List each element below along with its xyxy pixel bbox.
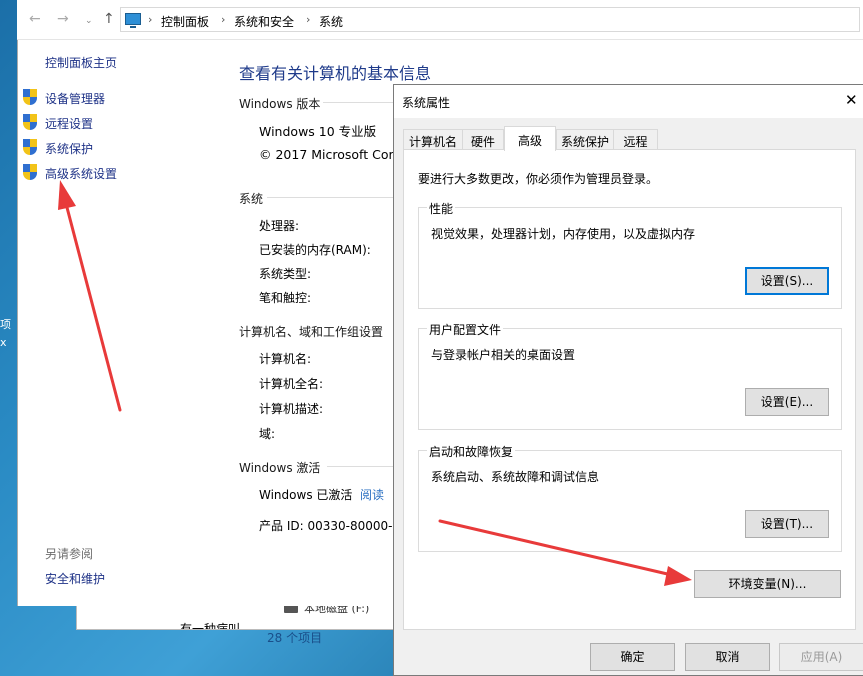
system-protection-link[interactable]: 系统保护: [45, 140, 93, 157]
desktop-text-1: 项: [0, 318, 11, 331]
product-id: 产品 ID: 00330-80000-0: [259, 519, 401, 533]
tab-computer-name[interactable]: 计算机名: [403, 129, 463, 150]
full-computer-name-label: 计算机全名:: [259, 377, 324, 391]
explorer-clipped-text: 有一种病叫: [180, 622, 241, 629]
breadcrumb-separator-icon[interactable]: ›: [306, 13, 310, 26]
breadcrumb-separator-icon[interactable]: ›: [148, 13, 152, 26]
shield-icon: [23, 89, 37, 105]
pen-touch-label: 笔和触控:: [259, 291, 312, 305]
back-arrow-icon[interactable]: ←: [29, 11, 41, 27]
activation-status-text: Windows 已激活: [259, 488, 353, 502]
user-profiles-desc: 与登录帐户相关的桌面设置: [431, 348, 576, 362]
recent-dropdown-icon[interactable]: ⌄: [85, 16, 93, 26]
environment-variables-button[interactable]: 环境变量(N)...: [694, 570, 841, 598]
breadcrumb-separator-icon[interactable]: ›: [221, 13, 225, 26]
system-heading: 系统: [239, 192, 264, 206]
section-divider: [267, 197, 393, 198]
system-type-label: 系统类型:: [259, 267, 312, 281]
forward-arrow-icon[interactable]: →: [57, 11, 69, 27]
dialog-titlebar: 系统属性 ✕: [394, 85, 863, 118]
section-divider: [323, 102, 393, 103]
user-profiles-settings-button[interactable]: 设置(E)...: [745, 388, 829, 416]
windows-edition-heading: Windows 版本: [239, 97, 321, 111]
tab-hardware[interactable]: 硬件: [462, 129, 504, 150]
desktop-icon-label-fragment: 项 x: [0, 316, 11, 352]
computer-name-heading: 计算机名、域和工作组设置: [239, 325, 384, 339]
address-box[interactable]: › 控制面板 › 系统和安全 › 系统: [120, 7, 860, 32]
ok-button[interactable]: 确定: [590, 643, 675, 671]
advanced-tab-panel: 要进行大多数更改，你必须作为管理员登录。 性能 视觉效果，处理器计划，内存使用，…: [403, 149, 856, 630]
see-also-heading: 另请参阅: [45, 547, 94, 561]
processor-label: 处理器:: [259, 219, 300, 233]
breadcrumb-system-security[interactable]: 系统和安全: [234, 13, 294, 30]
computer-monitor-icon: [125, 13, 141, 28]
security-maintenance-link[interactable]: 安全和维护: [45, 570, 105, 587]
performance-title: 性能: [427, 200, 456, 217]
user-profiles-group: 用户配置文件 与登录帐户相关的桌面设置 设置(E)...: [418, 321, 842, 430]
windows-edition-value: Windows 10 专业版: [259, 124, 377, 139]
up-arrow-icon[interactable]: ↑: [103, 11, 115, 27]
tab-system-protection[interactable]: 系统保护: [556, 129, 614, 150]
dialog-title: 系统属性: [402, 96, 451, 110]
activation-heading: Windows 激活: [239, 461, 321, 475]
shield-icon: [23, 139, 37, 155]
user-profiles-title: 用户配置文件: [427, 321, 504, 338]
admin-note: 要进行大多数更改，你必须作为管理员登录。: [418, 172, 659, 186]
drive-icon: [284, 605, 298, 613]
startup-recovery-desc: 系统启动、系统故障和调试信息: [431, 470, 600, 484]
tab-advanced[interactable]: 高级: [504, 126, 556, 151]
performance-desc: 视觉效果，处理器计划，内存使用，以及虚拟内存: [431, 227, 696, 241]
explorer-item-count: 28 个项目: [267, 631, 323, 645]
address-bar: ← → ⌄ ↑ › 控制面板 › 系统和安全 › 系统: [17, 0, 863, 40]
startup-recovery-settings-button[interactable]: 设置(T)...: [745, 510, 829, 538]
cancel-button[interactable]: 取消: [685, 643, 770, 671]
remote-settings-link[interactable]: 远程设置: [45, 115, 93, 132]
read-license-link[interactable]: 阅读: [360, 488, 384, 502]
activation-status: Windows 已激活 阅读: [259, 486, 384, 503]
shield-icon: [23, 164, 37, 180]
device-manager-link[interactable]: 设备管理器: [45, 90, 105, 107]
system-properties-dialog: 系统属性 ✕ 计算机名 硬件 高级 系统保护 远程 要进行大多数更改，你必须作为…: [393, 84, 863, 676]
computer-name-label: 计算机名:: [259, 352, 312, 366]
advanced-system-settings-link[interactable]: 高级系统设置: [45, 165, 117, 182]
desktop-text-2: x: [0, 336, 7, 349]
performance-group: 性能 视觉效果，处理器计划，内存使用，以及虚拟内存 设置(S)...: [418, 200, 842, 309]
breadcrumb-system[interactable]: 系统: [319, 13, 343, 30]
domain-label: 域:: [259, 427, 276, 441]
computer-description-label: 计算机描述:: [259, 402, 324, 416]
apply-button[interactable]: 应用(A): [779, 643, 863, 671]
page-title: 查看有关计算机的基本信息: [239, 64, 432, 83]
copyright-text: © 2017 Microsoft Corp: [259, 147, 402, 162]
performance-settings-button[interactable]: 设置(S)...: [745, 267, 829, 295]
shield-icon: [23, 114, 37, 130]
breadcrumb-control-panel[interactable]: 控制面板: [161, 13, 209, 30]
section-divider: [327, 466, 393, 467]
tab-remote[interactable]: 远程: [613, 129, 658, 150]
control-panel-home-link[interactable]: 控制面板主页: [45, 54, 117, 71]
startup-recovery-title: 启动和故障恢复: [427, 443, 516, 460]
startup-recovery-group: 启动和故障恢复 系统启动、系统故障和调试信息 设置(T)...: [418, 443, 842, 552]
ram-label: 已安装的内存(RAM):: [259, 243, 371, 257]
close-icon[interactable]: ✕: [845, 91, 858, 109]
